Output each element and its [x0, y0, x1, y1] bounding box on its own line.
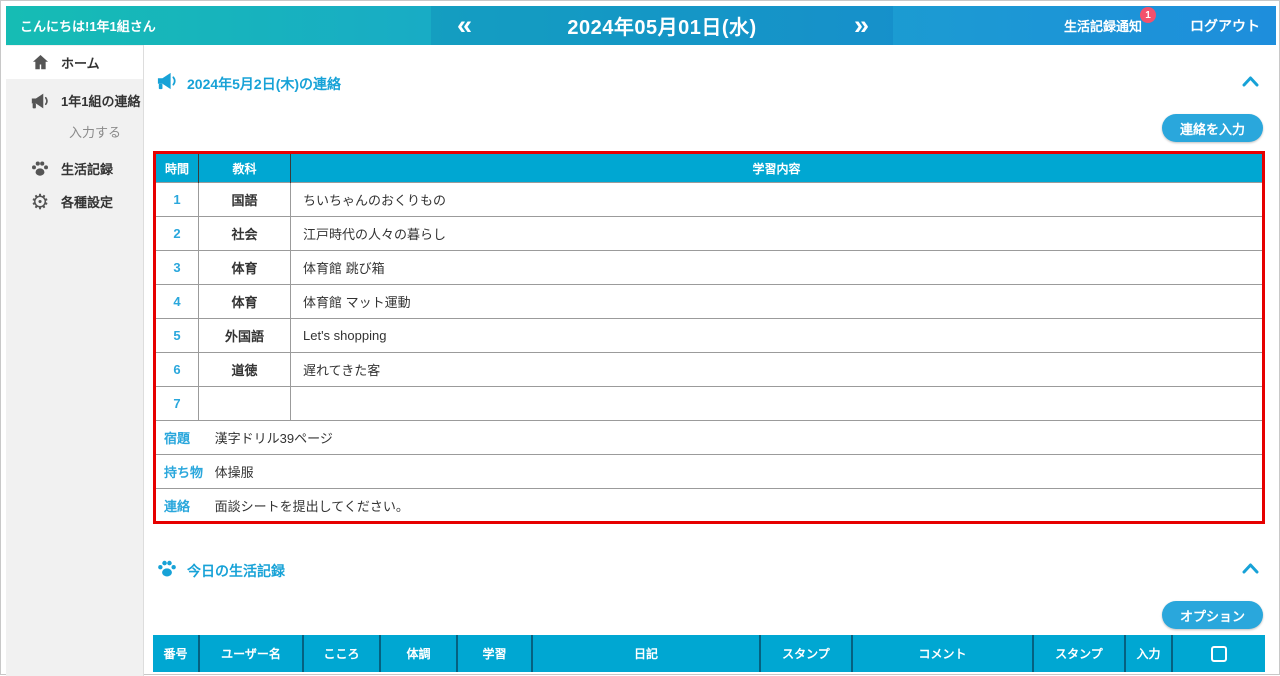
column-header-input: 入力 [1126, 635, 1173, 672]
gear-icon: ⚙ [30, 192, 50, 212]
current-date-label: 2024年05月01日(水) [567, 11, 756, 40]
homework-label: 宿題 [164, 428, 211, 447]
top-header-bar: こんにちは!1年1組さん « 2024年05月01日(水) » 生活記録通知 1… [6, 6, 1276, 45]
column-header-subject: 教科 [199, 153, 291, 183]
subject-cell [199, 387, 291, 421]
period-cell: 1 [155, 183, 199, 217]
subject-cell: 体育 [199, 285, 291, 319]
contact-section-header: 2024年5月2日(木)の連絡 [156, 71, 341, 96]
column-header-heart: こころ [304, 635, 381, 672]
enter-contact-button[interactable]: 連絡を入力 [1162, 114, 1263, 142]
collapse-contact-chevron-up-icon[interactable] [1242, 75, 1259, 87]
sidebar-item-class-contact[interactable]: 1年1組の連絡 [6, 84, 143, 117]
contact-schedule-table: 時間 教科 学習内容 1 国語 ちいちゃんのおくりもの 2 社会 江戸時代の人々… [153, 151, 1265, 524]
paw-icon [156, 558, 178, 584]
table-row: 3 体育 体育館 跳び箱 [155, 251, 1264, 285]
date-navigation: « 2024年05月01日(水) » [431, 6, 893, 45]
life-record-section-title: 今日の生活記録 [187, 561, 285, 581]
content-cell [291, 387, 1264, 421]
table-row: 2 社会 江戸時代の人々の暮らし [155, 217, 1264, 251]
content-cell: 体育館 跳び箱 [291, 251, 1264, 285]
notice-value: 面談シートを提出してください。 [215, 499, 409, 514]
options-button[interactable]: オプション [1162, 601, 1263, 629]
home-icon [30, 53, 50, 73]
life-record-table-header: 番号 ユーザー名 こころ 体調 学習 日記 スタンプ コメント スタンプ 入力 [153, 635, 1265, 672]
column-header-stamp2: スタンプ [1034, 635, 1126, 672]
period-cell: 7 [155, 387, 199, 421]
table-row: 1 国語 ちいちゃんのおくりもの [155, 183, 1264, 217]
content-cell: 体育館 マット運動 [291, 285, 1264, 319]
period-cell: 3 [155, 251, 199, 285]
column-header-content: 学習内容 [291, 153, 1264, 183]
homework-row: 宿題 漢字ドリル39ページ [155, 421, 1264, 455]
belongings-row: 持ち物 体操服 [155, 455, 1264, 489]
life-record-section-header: 今日の生活記録 [156, 558, 285, 584]
paw-icon [30, 159, 50, 179]
notice-row: 連絡 面談シートを提出してください。 [155, 489, 1264, 523]
sidebar-item-label: 1年1組の連絡 [61, 91, 140, 110]
subject-cell: 国語 [199, 183, 291, 217]
column-header-number: 番号 [153, 635, 200, 672]
table-row: 5 外国語 Let's shopping [155, 319, 1264, 353]
table-row: 6 道徳 遅れてきた客 [155, 353, 1264, 387]
notification-badge: 1 [1140, 7, 1156, 23]
content-cell: 遅れてきた客 [291, 353, 1264, 387]
table-header-row: 時間 教科 学習内容 [155, 153, 1264, 183]
megaphone-icon [30, 91, 50, 111]
sidebar: ホーム 1年1組の連絡 入力する 生活記録 ⚙ 各種設定 [6, 45, 144, 676]
homework-value: 漢字ドリル39ページ [215, 431, 333, 446]
greeting-text: こんにちは!1年1組さん [6, 16, 156, 35]
column-header-stamp: スタンプ [761, 635, 853, 672]
sidebar-item-settings[interactable]: ⚙ 各種設定 [6, 185, 143, 218]
sidebar-item-label: 各種設定 [61, 192, 113, 211]
subject-cell: 道徳 [199, 353, 291, 387]
belongings-label: 持ち物 [164, 462, 211, 481]
table-row: 4 体育 体育館 マット運動 [155, 285, 1264, 319]
prev-day-button[interactable]: « [457, 6, 470, 45]
select-all-checkbox[interactable] [1211, 646, 1227, 662]
megaphone-icon [156, 71, 178, 96]
logout-button[interactable]: ログアウト [1190, 16, 1260, 36]
life-record-notification-link[interactable]: 生活記録通知 1 [1064, 16, 1142, 35]
column-header-period: 時間 [155, 153, 199, 183]
subject-cell: 社会 [199, 217, 291, 251]
sidebar-item-life-record[interactable]: 生活記録 [6, 152, 143, 185]
content-cell: 江戸時代の人々の暮らし [291, 217, 1264, 251]
period-cell: 4 [155, 285, 199, 319]
collapse-record-chevron-up-icon[interactable] [1242, 562, 1259, 574]
subject-cell: 外国語 [199, 319, 291, 353]
subject-cell: 体育 [199, 251, 291, 285]
sidebar-item-input[interactable]: 入力する [6, 115, 143, 148]
contact-section-title: 2024年5月2日(木)の連絡 [187, 74, 341, 94]
sidebar-item-label: 入力する [69, 122, 121, 141]
column-header-health: 体調 [381, 635, 458, 672]
period-cell: 2 [155, 217, 199, 251]
sidebar-item-label: ホーム [61, 53, 100, 72]
period-cell: 5 [155, 319, 199, 353]
next-day-button[interactable]: » [854, 6, 867, 45]
content-cell: ちいちゃんのおくりもの [291, 183, 1264, 217]
column-header-diary: 日記 [533, 635, 761, 672]
table-row: 7 [155, 387, 1264, 421]
column-header-study: 学習 [458, 635, 533, 672]
content-cell: Let's shopping [291, 319, 1264, 353]
period-cell: 6 [155, 353, 199, 387]
sidebar-item-home[interactable]: ホーム [6, 46, 143, 79]
notice-label: 連絡 [164, 496, 211, 515]
notification-label: 生活記録通知 [1064, 19, 1142, 34]
column-header-comment: コメント [853, 635, 1034, 672]
column-header-username: ユーザー名 [200, 635, 304, 672]
sidebar-item-label: 生活記録 [61, 159, 113, 178]
belongings-value: 体操服 [215, 465, 254, 480]
